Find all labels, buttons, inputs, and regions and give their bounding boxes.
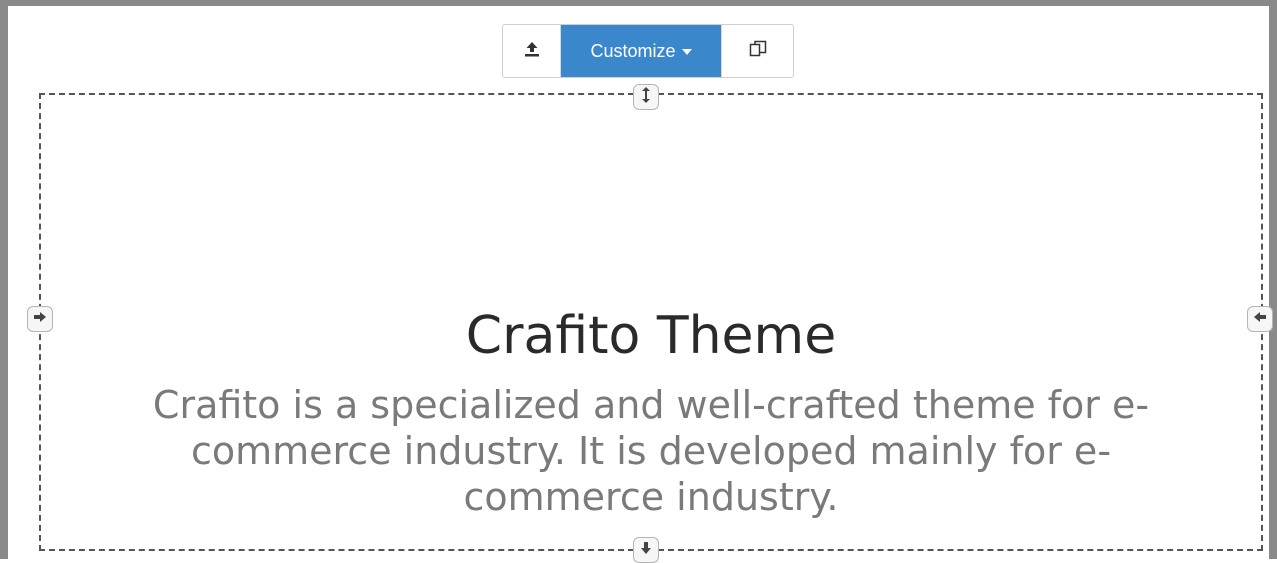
block-toolbar: Customize <box>502 24 794 78</box>
arrow-down-icon <box>638 540 654 561</box>
upload-icon <box>523 40 541 63</box>
block-description: Crafito is a specialized and well-crafte… <box>152 383 1150 519</box>
resize-top-handle[interactable] <box>633 84 659 110</box>
editor-frame: Customize Crafito Theme Crafito is a spe… <box>0 0 1277 563</box>
caret-down-icon <box>681 49 692 55</box>
copy-icon <box>748 39 768 64</box>
resize-bottom-handle[interactable] <box>633 537 659 563</box>
customize-dropdown-button[interactable]: Customize <box>561 25 721 77</box>
customize-label: Customize <box>590 40 676 61</box>
duplicate-button[interactable] <box>721 25 793 77</box>
upload-button[interactable] <box>503 25 561 77</box>
block-content: Crafito Theme Crafito is a specialized a… <box>39 296 1263 520</box>
resize-vertical-icon <box>639 86 653 109</box>
block-heading: Crafito Theme <box>465 306 837 366</box>
